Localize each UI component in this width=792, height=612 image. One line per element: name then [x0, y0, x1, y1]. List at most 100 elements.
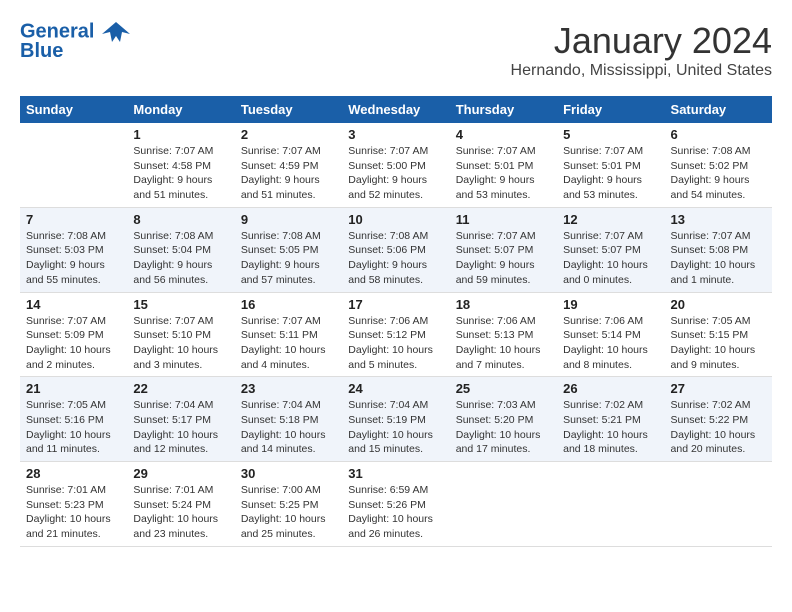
calendar-cell: 5 Sunrise: 7:07 AMSunset: 5:01 PMDaylight… [557, 123, 664, 207]
day-info: Sunrise: 7:07 AMSunset: 4:58 PMDaylight:… [133, 144, 228, 203]
calendar-cell: 14Sunrise: 7:07 AMSunset: 5:09 PMDayligh… [20, 292, 127, 377]
calendar-cell: 10 Sunrise: 7:08 AMSunset: 5:06 PMDayligh… [342, 207, 449, 292]
day-number: 29 [133, 466, 228, 481]
calendar-cell: 8 Sunrise: 7:08 AMSunset: 5:04 PMDaylight… [127, 207, 234, 292]
calendar-cell: 29 Sunrise: 7:01 AMSunset: 5:24 PMDayligh… [127, 462, 234, 547]
day-number: 13 [671, 212, 766, 227]
day-number: 30 [241, 466, 336, 481]
day-info: Sunrise: 7:06 AMSunset: 5:13 PMDaylight:… [456, 314, 551, 373]
day-info: Sunrise: 7:06 AMSunset: 5:14 PMDaylight:… [563, 314, 658, 373]
weekday-header-row: SundayMondayTuesdayWednesdayThursdayFrid… [20, 96, 772, 123]
calendar-cell: 30 Sunrise: 7:00 AMSunset: 5:25 PMDayligh… [235, 462, 342, 547]
calendar-cell: 17 Sunrise: 7:06 AMSunset: 5:12 PMDayligh… [342, 292, 449, 377]
day-info: Sunrise: 7:00 AMSunset: 5:25 PMDaylight:… [241, 483, 336, 542]
calendar-cell: 27 Sunrise: 7:02 AMSunset: 5:22 PMDayligh… [665, 377, 772, 462]
day-number: 5 [563, 127, 658, 142]
day-info: Sunrise: 7:02 AMSunset: 5:21 PMDaylight:… [563, 398, 658, 457]
day-info: Sunrise: 7:04 AMSunset: 5:18 PMDaylight:… [241, 398, 336, 457]
day-number: 18 [456, 297, 551, 312]
day-info: Sunrise: 6:59 AMSunset: 5:26 PMDaylight:… [348, 483, 443, 542]
calendar-cell: 19Sunrise: 7:06 AMSunset: 5:14 PMDayligh… [557, 292, 664, 377]
week-row-1: 1Sunrise: 7:07 AMSunset: 4:58 PMDaylight… [20, 123, 772, 207]
day-info: Sunrise: 7:08 AMSunset: 5:04 PMDaylight:… [133, 229, 228, 288]
day-info: Sunrise: 7:07 AMSunset: 4:59 PMDaylight:… [241, 144, 336, 203]
day-info: Sunrise: 7:04 AMSunset: 5:17 PMDaylight:… [133, 398, 228, 457]
day-number: 2 [241, 127, 336, 142]
day-number: 20 [671, 297, 766, 312]
day-info: Sunrise: 7:07 AMSunset: 5:08 PMDaylight:… [671, 229, 766, 288]
calendar-cell: 20Sunrise: 7:05 AMSunset: 5:15 PMDayligh… [665, 292, 772, 377]
page-header: General Blue January 2024 Hernando, Miss… [20, 20, 772, 80]
day-number: 24 [348, 381, 443, 396]
calendar-cell: 24Sunrise: 7:04 AMSunset: 5:19 PMDayligh… [342, 377, 449, 462]
day-info: Sunrise: 7:06 AMSunset: 5:12 PMDaylight:… [348, 314, 443, 373]
day-number: 7 [26, 212, 121, 227]
day-number: 15 [133, 297, 228, 312]
day-number: 11 [456, 212, 551, 227]
day-info: Sunrise: 7:01 AMSunset: 5:23 PMDaylight:… [26, 483, 121, 542]
week-row-5: 28 Sunrise: 7:01 AMSunset: 5:23 PMDayligh… [20, 462, 772, 547]
weekday-header-thursday: Thursday [450, 96, 557, 123]
calendar-cell [557, 462, 664, 547]
day-info: Sunrise: 7:07 AMSunset: 5:00 PMDaylight:… [348, 144, 443, 203]
calendar-cell: 18 Sunrise: 7:06 AMSunset: 5:13 PMDayligh… [450, 292, 557, 377]
day-info: Sunrise: 7:07 AMSunset: 5:07 PMDaylight:… [563, 229, 658, 288]
day-info: Sunrise: 7:07 AMSunset: 5:01 PMDaylight:… [563, 144, 658, 203]
calendar-cell: 16 Sunrise: 7:07 AMSunset: 5:11 PMDayligh… [235, 292, 342, 377]
calendar-cell: 13 Sunrise: 7:07 AMSunset: 5:08 PMDayligh… [665, 207, 772, 292]
calendar-cell [450, 462, 557, 547]
day-number: 4 [456, 127, 551, 142]
calendar-cell: 31 Sunrise: 6:59 AMSunset: 5:26 PMDayligh… [342, 462, 449, 547]
day-number: 10 [348, 212, 443, 227]
day-number: 8 [133, 212, 228, 227]
day-info: Sunrise: 7:03 AMSunset: 5:20 PMDaylight:… [456, 398, 551, 457]
day-number: 28 [26, 466, 121, 481]
calendar-cell: 28 Sunrise: 7:01 AMSunset: 5:23 PMDayligh… [20, 462, 127, 547]
day-number: 6 [671, 127, 766, 142]
day-number: 22 [133, 381, 228, 396]
week-row-3: 14Sunrise: 7:07 AMSunset: 5:09 PMDayligh… [20, 292, 772, 377]
calendar-cell: 7Sunrise: 7:08 AMSunset: 5:03 PMDaylight… [20, 207, 127, 292]
day-info: Sunrise: 7:02 AMSunset: 5:22 PMDaylight:… [671, 398, 766, 457]
calendar-cell: 21Sunrise: 7:05 AMSunset: 5:16 PMDayligh… [20, 377, 127, 462]
day-info: Sunrise: 7:01 AMSunset: 5:24 PMDaylight:… [133, 483, 228, 542]
calendar-cell: 6Sunrise: 7:08 AMSunset: 5:02 PMDaylight… [665, 123, 772, 207]
calendar-cell: 22 Sunrise: 7:04 AMSunset: 5:17 PMDayligh… [127, 377, 234, 462]
weekday-header-sunday: Sunday [20, 96, 127, 123]
title-block: January 2024 Hernando, Mississippi, Unit… [511, 20, 772, 80]
day-number: 23 [241, 381, 336, 396]
weekday-header-tuesday: Tuesday [235, 96, 342, 123]
day-info: Sunrise: 7:05 AMSunset: 5:16 PMDaylight:… [26, 398, 121, 457]
logo-bird-icon [102, 20, 130, 44]
day-info: Sunrise: 7:07 AMSunset: 5:11 PMDaylight:… [241, 314, 336, 373]
weekday-header-wednesday: Wednesday [342, 96, 449, 123]
week-row-4: 21Sunrise: 7:05 AMSunset: 5:16 PMDayligh… [20, 377, 772, 462]
logo-general: General [20, 20, 94, 42]
day-info: Sunrise: 7:08 AMSunset: 5:05 PMDaylight:… [241, 229, 336, 288]
day-info: Sunrise: 7:08 AMSunset: 5:06 PMDaylight:… [348, 229, 443, 288]
calendar-cell: 12Sunrise: 7:07 AMSunset: 5:07 PMDayligh… [557, 207, 664, 292]
day-number: 26 [563, 381, 658, 396]
day-info: Sunrise: 7:07 AMSunset: 5:10 PMDaylight:… [133, 314, 228, 373]
weekday-header-friday: Friday [557, 96, 664, 123]
day-number: 3 [348, 127, 443, 142]
day-number: 14 [26, 297, 121, 312]
day-number: 16 [241, 297, 336, 312]
calendar-cell: 11 Sunrise: 7:07 AMSunset: 5:07 PMDayligh… [450, 207, 557, 292]
calendar-table: SundayMondayTuesdayWednesdayThursdayFrid… [20, 96, 772, 547]
day-number: 17 [348, 297, 443, 312]
calendar-cell: 1Sunrise: 7:07 AMSunset: 4:58 PMDaylight… [127, 123, 234, 207]
calendar-cell [20, 123, 127, 207]
day-number: 27 [671, 381, 766, 396]
logo: General Blue [20, 20, 130, 63]
weekday-header-saturday: Saturday [665, 96, 772, 123]
calendar-cell [665, 462, 772, 547]
day-number: 25 [456, 381, 551, 396]
location: Hernando, Mississippi, United States [511, 62, 772, 80]
day-info: Sunrise: 7:07 AMSunset: 5:07 PMDaylight:… [456, 229, 551, 288]
calendar-cell: 9Sunrise: 7:08 AMSunset: 5:05 PMDaylight… [235, 207, 342, 292]
calendar-cell: 4Sunrise: 7:07 AMSunset: 5:01 PMDaylight… [450, 123, 557, 207]
calendar-cell: 25 Sunrise: 7:03 AMSunset: 5:20 PMDayligh… [450, 377, 557, 462]
calendar-cell: 26 Sunrise: 7:02 AMSunset: 5:21 PMDayligh… [557, 377, 664, 462]
day-number: 31 [348, 466, 443, 481]
